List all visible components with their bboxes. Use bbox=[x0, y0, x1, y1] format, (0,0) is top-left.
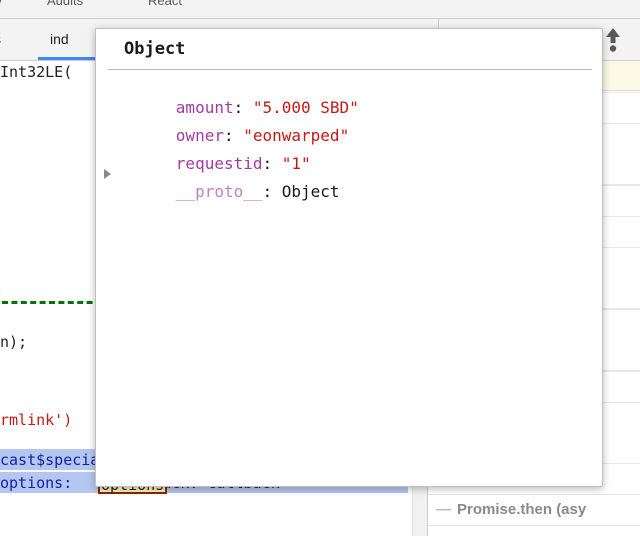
panel-tab-audits[interactable]: Audits bbox=[47, 0, 83, 8]
property-value: Object bbox=[281, 182, 340, 201]
code-line: n); bbox=[0, 333, 28, 351]
selected-code-prefix: options: bbox=[0, 474, 82, 492]
panel-tab-security[interactable]: ty bbox=[0, 0, 2, 8]
file-tab-index-active[interactable]: ind bbox=[50, 31, 69, 47]
code-line: Int32LE( bbox=[0, 63, 73, 81]
object-inspector-popup[interactable]: Object amount: "5.000 SBD" owner: "eonwa… bbox=[95, 28, 603, 487]
property-key: __proto__ bbox=[175, 182, 263, 201]
code-fold-divider bbox=[2, 301, 102, 304]
step-out-icon[interactable] bbox=[602, 27, 624, 53]
panel-tab-bar: ty Audits React bbox=[0, 0, 640, 19]
code-line: rmlink') bbox=[0, 411, 73, 429]
devtools-screen: ty Audits React s ind Int32LE( n); rmlin… bbox=[0, 0, 640, 536]
object-popup-title: Object bbox=[124, 39, 186, 59]
file-tab-inactive[interactable]: s bbox=[0, 31, 1, 47]
property-colon: : bbox=[262, 182, 282, 201]
panel-tab-react[interactable]: React bbox=[148, 0, 182, 8]
object-popup-divider bbox=[108, 69, 592, 70]
chevron-right-icon[interactable] bbox=[104, 169, 111, 179]
object-property-proto[interactable]: __proto__: Object bbox=[118, 163, 340, 220]
callstack-row-promise-then[interactable]: Promise.then (asy bbox=[428, 495, 640, 526]
